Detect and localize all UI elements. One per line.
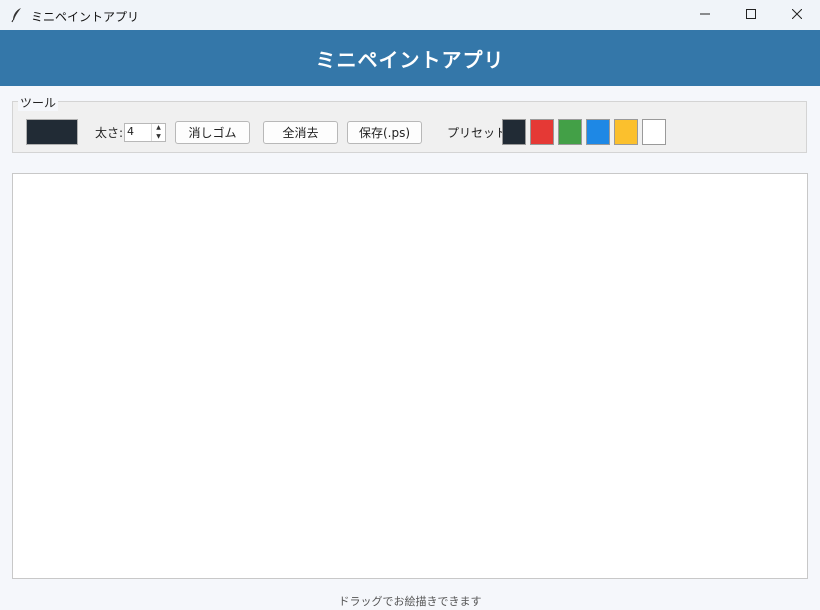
maximize-icon bbox=[746, 8, 756, 22]
preset-swatch-yellow[interactable] bbox=[614, 119, 638, 145]
close-icon bbox=[791, 8, 803, 22]
drawing-canvas[interactable] bbox=[12, 173, 808, 579]
spin-arrows: ▲ ▼ bbox=[151, 124, 165, 141]
app-header: ミニペイントアプリ bbox=[0, 30, 820, 86]
close-button[interactable] bbox=[774, 0, 820, 30]
minimize-button[interactable] bbox=[682, 0, 728, 30]
preset-swatch-red[interactable] bbox=[530, 119, 554, 145]
status-text: ドラッグでお絵描きできます bbox=[338, 595, 482, 608]
preset-swatch-dark[interactable] bbox=[502, 119, 526, 145]
spin-up-arrow-icon[interactable]: ▲ bbox=[152, 124, 165, 132]
eraser-button[interactable]: 消しゴム bbox=[175, 121, 250, 144]
window-titlebar: ミニペイントアプリ bbox=[0, 0, 820, 30]
preset-swatch-blue[interactable] bbox=[586, 119, 610, 145]
window-title: ミニペイントアプリ bbox=[31, 10, 140, 24]
preset-swatch-green[interactable] bbox=[558, 119, 582, 145]
preset-swatch-white[interactable] bbox=[642, 119, 666, 145]
brush-size-spinbox[interactable]: 4 ▲ ▼ bbox=[124, 123, 166, 142]
tools-group: ツール 太さ: 4 ▲ ▼ 消しゴム 全消去 保存(.ps) プリセット: bbox=[12, 94, 807, 153]
clear-all-button[interactable]: 全消去 bbox=[263, 121, 338, 144]
spin-down-arrow-icon[interactable]: ▼ bbox=[152, 133, 165, 141]
maximize-button[interactable] bbox=[728, 0, 774, 30]
current-color-button[interactable] bbox=[26, 119, 78, 145]
save-ps-button[interactable]: 保存(.ps) bbox=[347, 121, 422, 144]
feather-icon bbox=[10, 7, 24, 23]
tools-group-label: ツール bbox=[18, 94, 59, 111]
size-label: 太さ: bbox=[95, 126, 124, 140]
minimize-icon bbox=[700, 8, 710, 22]
page-title: ミニペイントアプリ bbox=[315, 47, 505, 72]
brush-size-value[interactable]: 4 bbox=[127, 125, 134, 138]
